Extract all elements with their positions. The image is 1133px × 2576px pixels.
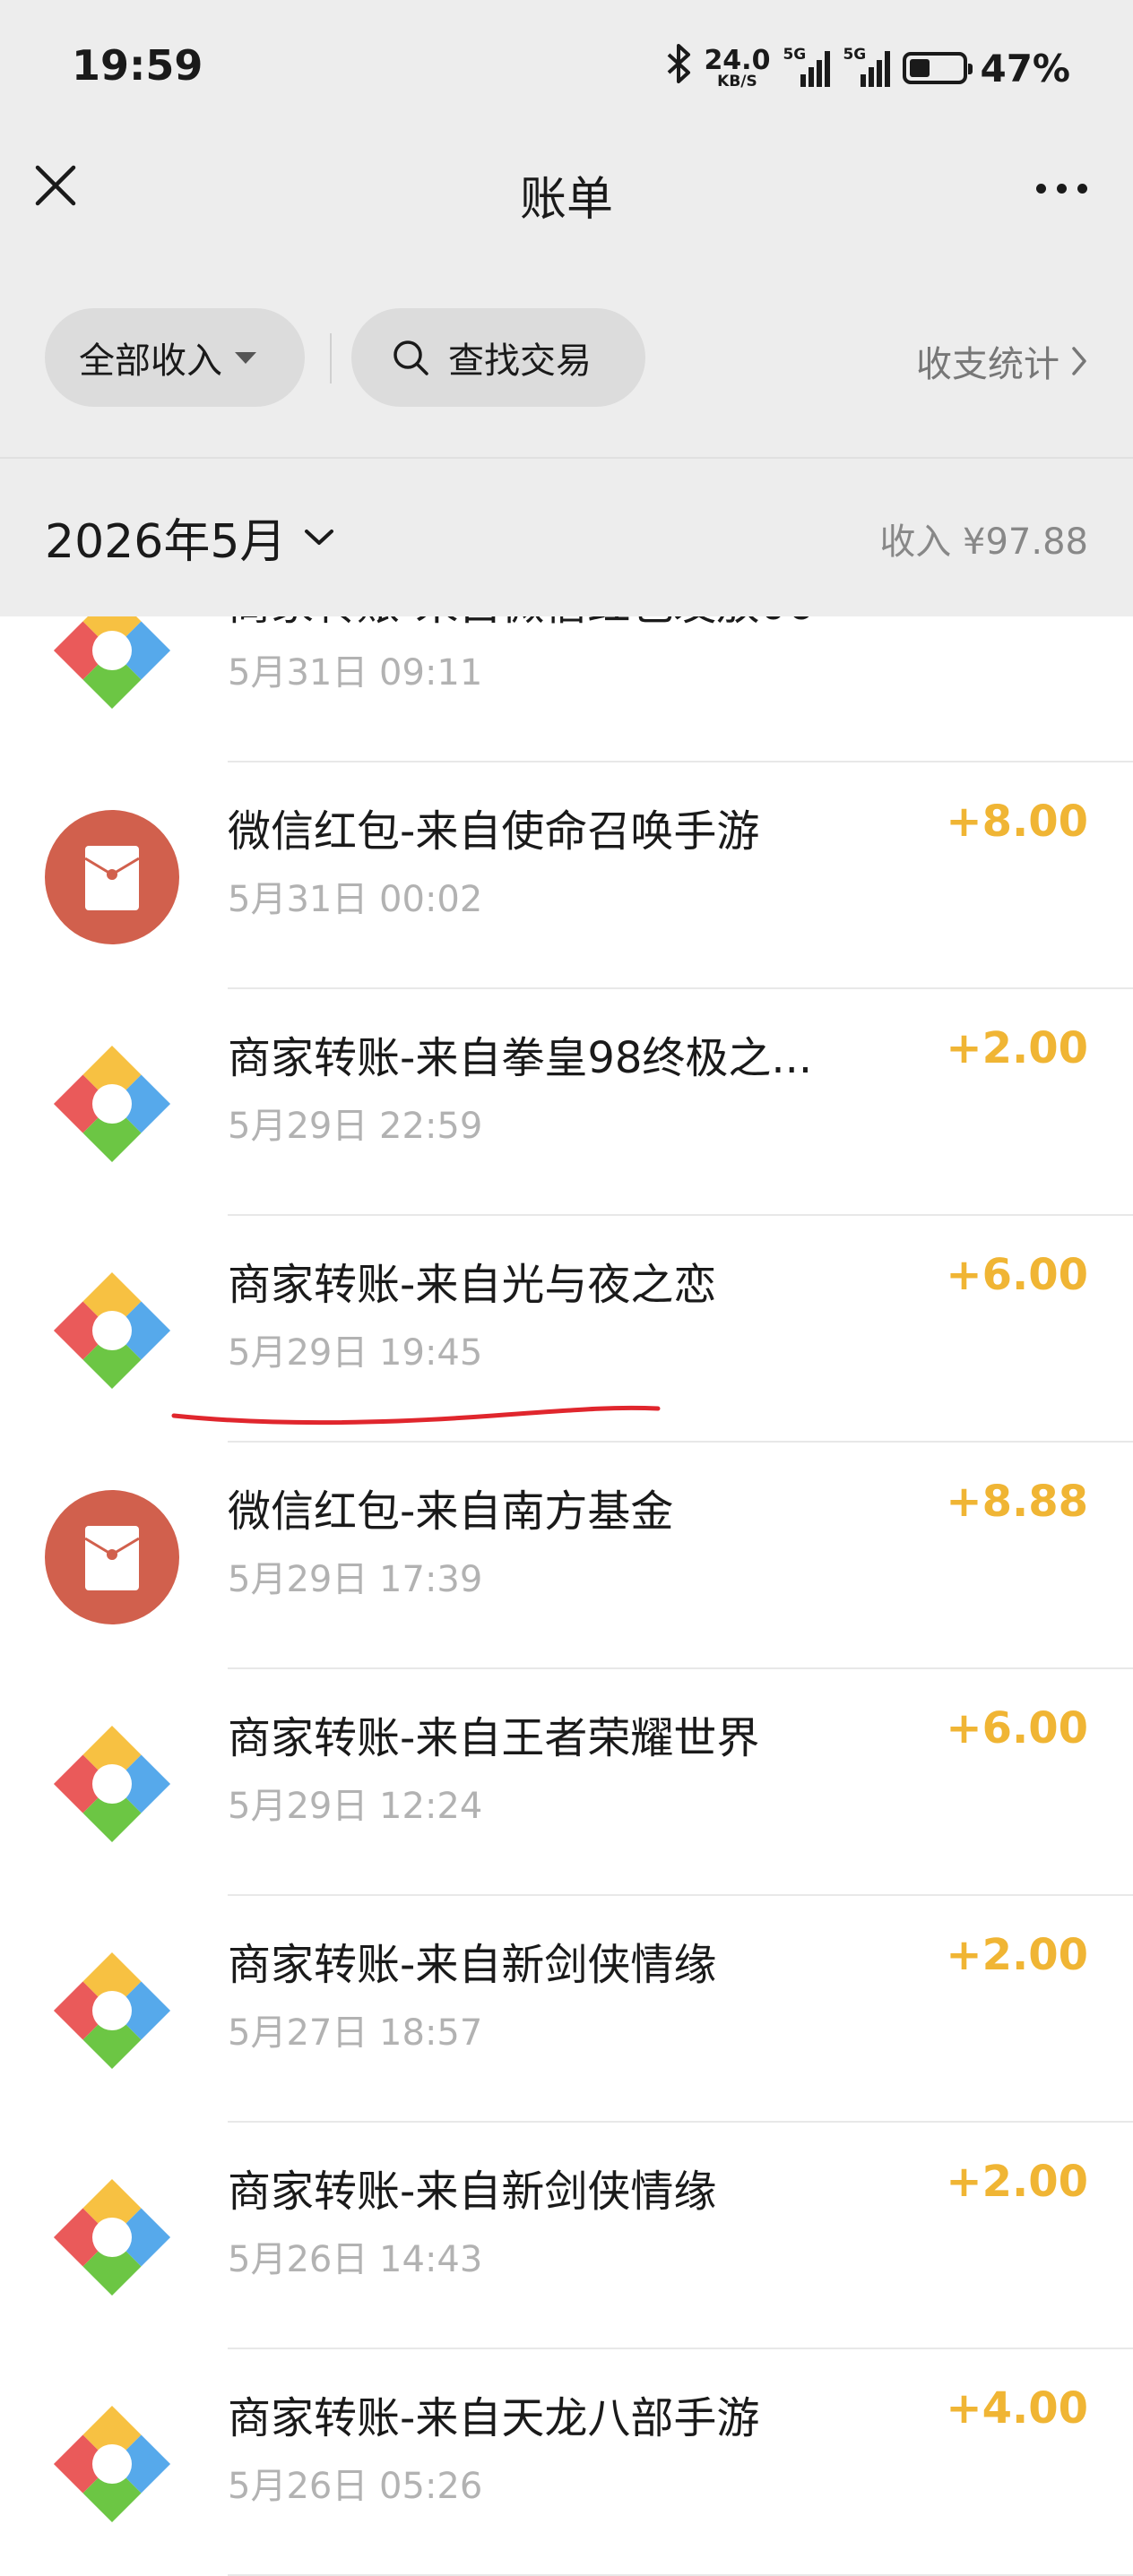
transaction-amount: +6.00 — [946, 1250, 1088, 1300]
transaction-title: 微信红包-来自南方基金 — [228, 1486, 674, 1537]
transaction-row[interactable]: 商家转账-来自拳皇98终极之... 5月29日 22:59 +2.00 — [0, 989, 1133, 1216]
more-icon[interactable] — [1025, 170, 1097, 206]
transaction-title: 商家转账-来自王者荣耀世界 — [228, 1713, 760, 1763]
network-speed-value: 24.0 — [704, 44, 771, 76]
transaction-row[interactable]: 微信红包-来自使命召唤手游 5月31日 00:02 +8.00 — [0, 762, 1133, 989]
month-selector[interactable]: 2026年5月 — [45, 504, 334, 571]
network-speed-unit: KB/S — [717, 72, 757, 90]
transaction-title: 商家转账-来自新剑侠情缘 — [228, 2167, 717, 2217]
page-title: 账单 — [519, 173, 613, 227]
underline-annotation — [171, 1405, 661, 1426]
month-bar: 2026年5月 收入 ¥97.88 — [0, 457, 1133, 616]
transaction-time: 5月26日 05:26 — [228, 2466, 483, 2507]
transaction-title: 微信红包-来自使命召唤手游 — [228, 806, 760, 857]
transaction-title: 商家转账-来自天龙八部手游 — [228, 2393, 760, 2443]
income-stats-link[interactable]: 收支统计 — [916, 335, 1088, 387]
transaction-time: 5月29日 19:45 — [228, 1332, 483, 1374]
status-bar: 19:59 24.0 KB/S 5G 5G 47% — [0, 0, 1133, 134]
red-packet-icon — [45, 810, 179, 944]
chevron-down-icon — [305, 529, 334, 545]
all-income-filter-button[interactable]: 全部收入 — [45, 308, 305, 407]
transaction-amount: +8.88 — [946, 1477, 1088, 1527]
transaction-time: 5月31日 00:02 — [228, 879, 483, 920]
status-icons: 24.0 KB/S 5G 5G 47% — [666, 41, 1070, 95]
header-area: 19:59 24.0 KB/S 5G 5G 47% 账单 全部收入 查找交易 收… — [0, 0, 1133, 616]
transaction-title: 商家转账-来自拳皇98终极之... — [228, 1033, 813, 1083]
transaction-time: 5月31日 09:11 — [228, 652, 483, 694]
transaction-time: 5月29日 22:59 — [228, 1106, 483, 1147]
caret-down-icon — [235, 351, 256, 364]
transaction-amount: +2.00 — [946, 1023, 1088, 1073]
status-time: 19:59 — [72, 41, 203, 90]
transaction-row[interactable]: 商家转账-来自天龙八部手游 5月26日 05:26 +4.00 — [0, 2349, 1133, 2576]
search-transaction-button[interactable]: 查找交易 — [351, 308, 645, 407]
merchant-transfer-icon — [45, 1263, 179, 1398]
network-speed: 24.0 KB/S — [704, 47, 770, 90]
income-stats-label: 收支统计 — [916, 344, 1059, 385]
merchant-transfer-icon — [45, 2397, 179, 2531]
transaction-time: 5月29日 17:39 — [228, 1559, 483, 1600]
transaction-amount: +2.00 — [946, 2157, 1088, 2207]
transaction-amount: +6.00 — [946, 1703, 1088, 1753]
month-label: 2026年5月 — [45, 515, 287, 569]
nav-bar: 账单 — [0, 134, 1133, 254]
filter-bar: 全部收入 查找交易 收支统计 — [0, 305, 1133, 412]
transaction-amount: +2.00 — [946, 1930, 1088, 1980]
transaction-row[interactable]: 商家转账-来自王者荣耀世界 5月29日 12:24 +6.00 — [0, 1669, 1133, 1896]
transaction-amount: +8.00 — [946, 797, 1088, 847]
merchant-transfer-icon — [45, 2170, 179, 2305]
transaction-amount: +4.00 — [946, 2383, 1088, 2434]
merchant-transfer-icon — [45, 1717, 179, 1851]
battery-percent: 47% — [980, 46, 1070, 90]
signal-label: 5G — [843, 46, 867, 64]
merchant-transfer-icon — [45, 1943, 179, 2078]
transaction-title: 商家转账-来自光与夜之恋 — [228, 1260, 717, 1310]
signal-label: 5G — [783, 46, 807, 64]
transaction-time: 5月26日 14:43 — [228, 2239, 483, 2280]
search-icon — [394, 340, 428, 375]
signal-icon: 5G — [783, 46, 831, 87]
transaction-time: 5月27日 18:57 — [228, 2012, 483, 2054]
merchant-transfer-icon — [45, 1037, 179, 1171]
red-packet-icon — [45, 1490, 179, 1624]
transaction-row[interactable]: 微信红包-来自南方基金 5月29日 17:39 +8.88 — [0, 1443, 1133, 1669]
signal-icon: 5G — [843, 46, 891, 87]
divider — [330, 333, 332, 383]
transaction-row[interactable]: 商家转账-来自新剑侠情缘 5月26日 14:43 +2.00 — [0, 2123, 1133, 2349]
battery-icon — [903, 52, 973, 84]
search-transaction-label: 查找交易 — [448, 340, 592, 382]
bluetooth-icon — [666, 43, 691, 93]
chevron-right-icon — [1072, 347, 1086, 375]
transaction-time: 5月29日 12:24 — [228, 1786, 483, 1827]
all-income-filter-label: 全部收入 — [79, 340, 222, 382]
income-total: 收入 ¥97.88 — [879, 521, 1088, 563]
transaction-row[interactable]: 商家转账-来自新剑侠情缘 5月27日 18:57 +2.00 — [0, 1896, 1133, 2123]
transaction-title: 商家转账-来自新剑侠情缘 — [228, 1940, 717, 1990]
